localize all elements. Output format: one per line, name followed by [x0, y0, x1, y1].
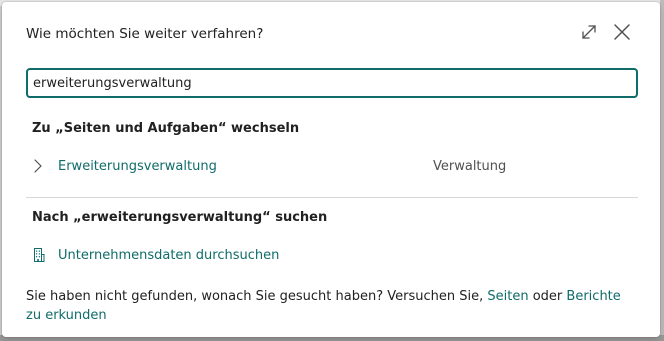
close-icon	[614, 24, 630, 40]
footer-text-before: Sie haben nicht gefunden, wonach Sie ges…	[26, 289, 488, 304]
section-divider	[26, 197, 638, 198]
pages-link[interactable]: Seiten	[487, 289, 528, 304]
backdrop-strip-right	[660, 0, 664, 341]
expand-button[interactable]	[577, 20, 601, 44]
result-label[interactable]: Erweiterungsverwaltung	[58, 159, 217, 174]
search-dialog: Wie möchten Sie weiter verfahren? Zu „Se…	[2, 2, 660, 337]
search-company-data-link[interactable]: Unternehmensdaten durchsuchen	[32, 244, 279, 266]
result-category: Verwaltung	[433, 158, 507, 174]
result-row-erweiterungsverwaltung[interactable]: Erweiterungsverwaltung Verwaltung	[30, 154, 638, 178]
dialog-title: Wie möchten Sie weiter verfahren?	[26, 26, 264, 42]
footer-text-middle: oder	[528, 289, 567, 304]
building-icon	[32, 247, 46, 263]
chevron-right-icon	[30, 158, 46, 174]
footer-hint: Sie haben nicht gefunden, wonach Sie ges…	[26, 287, 626, 325]
pages-section-heading: Zu „Seiten und Aufgaben“ wechseln	[32, 121, 300, 136]
expand-icon	[582, 25, 596, 39]
search-field[interactable]	[26, 68, 638, 98]
company-data-link-label[interactable]: Unternehmensdaten durchsuchen	[58, 248, 279, 263]
close-button[interactable]	[610, 20, 634, 44]
search-section-heading: Nach „erweiterungsverwaltung“ suchen	[32, 210, 328, 225]
search-input[interactable]	[33, 75, 632, 91]
